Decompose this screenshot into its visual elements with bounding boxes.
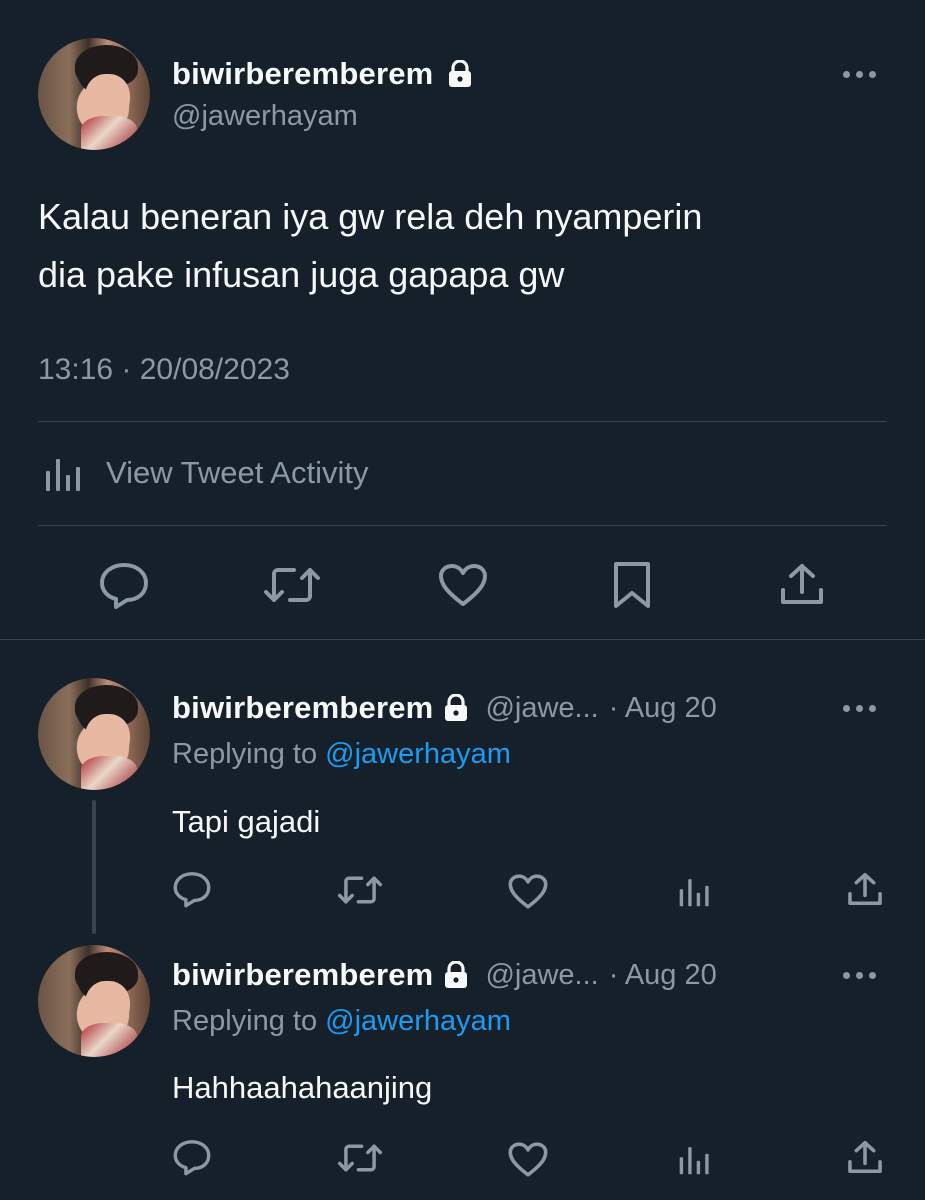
more-icon[interactable]: [843, 71, 876, 78]
retweet-button[interactable]: [336, 872, 384, 908]
avatar[interactable]: [38, 945, 150, 1057]
replying-prefix: Replying to: [172, 738, 318, 770]
display-name[interactable]: biwirberemberem: [172, 957, 433, 993]
divider: [38, 421, 887, 422]
more-icon[interactable]: [843, 705, 876, 712]
reply-icon: [100, 563, 148, 609]
retweet-button[interactable]: [262, 562, 322, 608]
replying-prefix: Replying to: [172, 1005, 318, 1037]
analytics-icon: [679, 1147, 709, 1175]
reply-button[interactable]: [98, 560, 150, 610]
retweet-icon: [337, 1144, 383, 1172]
divider: [0, 639, 925, 640]
like-icon: [508, 1142, 548, 1177]
share-button[interactable]: [846, 1138, 884, 1176]
analytics-icon: [679, 879, 709, 907]
retweet-icon: [264, 568, 320, 602]
tweet-text-line: Kalau beneran iya gw rela deh nyamperin: [38, 196, 703, 237]
like-button[interactable]: [507, 1141, 549, 1178]
view-activity-label: View Tweet Activity: [106, 455, 369, 490]
view-activity-link[interactable]: View Tweet Activity: [44, 453, 368, 493]
reply-icon: [173, 872, 211, 908]
like-button[interactable]: [437, 562, 489, 608]
replying-to: Replying to @jawerhayam: [172, 738, 511, 771]
like-icon: [439, 564, 487, 606]
analytics-button[interactable]: [678, 1142, 712, 1176]
replying-to: Replying to @jawerhayam: [172, 1005, 511, 1038]
reply-date[interactable]: · Aug 20: [609, 692, 717, 725]
share-button[interactable]: [778, 560, 826, 608]
user-handle[interactable]: @jawe...: [485, 692, 598, 725]
reply-button[interactable]: [172, 1138, 212, 1176]
bookmark-button[interactable]: [612, 560, 652, 610]
analytics-icon: [44, 453, 84, 493]
tweet-timestamp[interactable]: 13:16 · 20/08/2023: [38, 353, 290, 387]
display-name[interactable]: biwirberemberem: [172, 56, 433, 92]
share-icon: [848, 872, 882, 906]
user-handle[interactable]: @jawe...: [485, 959, 598, 992]
display-name[interactable]: biwirberemberem: [172, 690, 433, 726]
reply-text: Hahhaahahaanjing: [172, 1070, 433, 1105]
reply-icon: [173, 1140, 211, 1176]
lock-icon: [443, 694, 469, 722]
avatar[interactable]: [38, 678, 150, 790]
reply-button[interactable]: [172, 870, 212, 908]
reply-date[interactable]: · Aug 20: [609, 959, 717, 992]
thread-line: [92, 800, 96, 934]
more-icon[interactable]: [843, 972, 876, 979]
divider: [38, 525, 887, 526]
retweet-icon: [337, 876, 383, 904]
reply-text: Tapi gajadi: [172, 804, 321, 839]
mention-link[interactable]: @jawerhayam: [325, 738, 511, 770]
mention-link[interactable]: @jawerhayam: [325, 1005, 511, 1037]
like-icon: [508, 874, 548, 909]
user-handle[interactable]: @jawerhayam: [172, 100, 358, 133]
retweet-button[interactable]: [336, 1140, 384, 1176]
tweet-text-line: dia pake infusan juga gapapa gw: [38, 254, 565, 295]
analytics-button[interactable]: [678, 874, 712, 908]
share-icon: [781, 564, 823, 604]
lock-icon: [443, 961, 469, 989]
share-button[interactable]: [846, 870, 884, 908]
avatar[interactable]: [38, 38, 150, 150]
tweet-text: Kalau beneran iya gw rela deh nyamperin …: [38, 188, 898, 304]
lock-icon: [447, 60, 473, 88]
share-icon: [848, 1140, 882, 1174]
bookmark-icon: [614, 562, 650, 608]
like-button[interactable]: [507, 873, 549, 910]
